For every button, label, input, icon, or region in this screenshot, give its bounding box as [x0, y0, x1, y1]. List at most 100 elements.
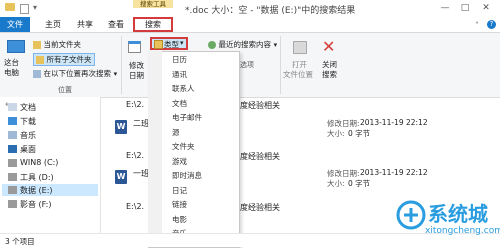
- drive-icon: [8, 173, 17, 181]
- result-size: 0 字节: [348, 129, 371, 138]
- dropdown-icon-strip: [148, 51, 162, 246]
- dropdown-item-folder[interactable]: 文件夹: [172, 141, 195, 152]
- result-path: E:\2.: [126, 100, 144, 109]
- chevron-down-icon: ▾: [273, 41, 278, 49]
- ribbon-separator: [121, 36, 122, 94]
- desktop-icon: [8, 145, 17, 153]
- result-date: 2013-11-19 22:12: [360, 118, 428, 127]
- result-path-left: E:\2.: [126, 151, 145, 160]
- result-path-left: E:\2.: [126, 100, 145, 109]
- current-folder-button[interactable]: 当前文件夹: [33, 39, 81, 50]
- result-path-right: 度经验相关: [240, 101, 280, 110]
- dropdown-item-email[interactable]: 电子邮件: [172, 112, 202, 123]
- quick-access-icon[interactable]: [20, 4, 29, 14]
- drive-icon: [8, 200, 17, 208]
- dropdown-item-instant-message[interactable]: 即时消息: [172, 170, 202, 181]
- location-group-label: 位置: [58, 86, 72, 94]
- dropdown-item-contact[interactable]: 联系人: [172, 83, 195, 94]
- options-group-label: 选项: [240, 61, 254, 69]
- result-title[interactable]: 一班: [133, 168, 149, 179]
- tab-home[interactable]: 主页: [40, 17, 66, 32]
- nav-item-desktop[interactable]: 桌面: [20, 144, 36, 155]
- watermark-brand: 系统城: [428, 202, 488, 226]
- this-pc-label: 这台电脑: [4, 58, 19, 77]
- nav-item-downloads[interactable]: 下载: [20, 116, 36, 127]
- tab-view[interactable]: 查看: [103, 17, 129, 32]
- dropdown-item-journal[interactable]: 日记: [172, 185, 187, 196]
- recent-search-icon: [208, 40, 216, 49]
- nav-item-drive-e[interactable]: 数据 (E:): [20, 185, 53, 196]
- tab-file[interactable]: 文件: [0, 17, 30, 32]
- type-button[interactable]: 类型 ▾: [150, 37, 188, 50]
- word-document-icon: W: [115, 120, 127, 134]
- close-search-button[interactable]: ✕ 关闭 搜索: [320, 37, 342, 82]
- open-folder-icon: [293, 41, 307, 54]
- type-icon: [154, 40, 163, 49]
- result-size: 0 字节: [348, 179, 371, 188]
- watermark-logo-icon: [396, 200, 426, 230]
- downloads-icon: [8, 117, 17, 125]
- tab-share[interactable]: 共享: [72, 17, 98, 32]
- ribbon-separator: [280, 36, 281, 94]
- maximize-button[interactable]: □: [458, 2, 472, 14]
- all-subfolders-button[interactable]: 所有子文件夹: [33, 53, 95, 66]
- folder-icon: [33, 40, 41, 49]
- result-size-label: 大小:: [327, 179, 345, 188]
- folder-icon: [5, 3, 15, 11]
- window-title: *.doc 大小：空 - "数据 (E:)"中的搜索结果: [185, 6, 356, 16]
- nav-item-music[interactable]: 音乐: [20, 130, 36, 141]
- dropdown-item-document[interactable]: 文档: [172, 98, 187, 109]
- search-again-label: 在以下位置再次搜索: [43, 69, 112, 78]
- nav-item-drive-c[interactable]: WIN8 (C:): [20, 158, 58, 167]
- close-icon: ✕: [322, 37, 336, 56]
- dropdown-item-game[interactable]: 游戏: [172, 156, 187, 167]
- date-modified-button[interactable]: 修改 日期: [125, 38, 145, 82]
- current-folder-label: 当前文件夹: [43, 40, 82, 49]
- tab-search[interactable]: 搜索: [133, 17, 173, 32]
- dropdown-item-calendar[interactable]: 日历: [172, 54, 187, 65]
- dropdown-item-communication[interactable]: 通讯: [172, 69, 187, 80]
- result-title[interactable]: 二班: [133, 118, 149, 129]
- search-again-button[interactable]: 在以下位置再次搜索 ▾: [33, 68, 117, 79]
- result-date: 2013-11-19 22:12: [360, 168, 428, 177]
- close-search-label-2: 搜索: [322, 70, 337, 79]
- quick-access-dropdown-icon[interactable]: ▾: [33, 3, 37, 12]
- word-document-icon: W: [115, 170, 127, 184]
- dropdown-item-link[interactable]: 链接: [172, 199, 187, 210]
- nav-item-drive-f[interactable]: 影音 (F:): [20, 199, 51, 210]
- recent-searches-button[interactable]: 最近的搜索内容 ▾: [208, 39, 277, 50]
- minimize-button[interactable]: —: [438, 2, 452, 14]
- item-count: 3 个项目: [5, 237, 35, 246]
- result-path-right: 度经验相关: [240, 152, 280, 161]
- documents-icon: [8, 103, 17, 111]
- date-modified-label-2: 日期: [129, 71, 144, 80]
- drive-icon: [8, 186, 17, 194]
- nav-item-drive-d[interactable]: 工具 (D:): [20, 172, 54, 183]
- result-size-label: 大小:: [327, 129, 345, 138]
- dropdown-item-feed[interactable]: 源: [172, 127, 180, 138]
- open-file-location-label-2: 文件位置: [283, 70, 313, 79]
- calendar-icon: [128, 41, 141, 53]
- result-path-left: E:\2.: [126, 202, 145, 211]
- search-folder-icon: [33, 69, 41, 78]
- close-button[interactable]: ✕: [479, 2, 493, 14]
- this-pc-button[interactable]: 这台电脑: [4, 38, 28, 82]
- all-subfolders-label: 所有子文件夹: [46, 55, 92, 64]
- watermark-url: xitongcheng.com: [425, 226, 500, 236]
- nav-item-documents[interactable]: 文档: [20, 102, 36, 113]
- ribbon-collapse-icon[interactable]: ˄: [475, 21, 479, 30]
- folder-icon: [36, 55, 44, 64]
- type-label: 类型: [164, 40, 179, 49]
- search-tools-context-label: 搜索工具: [133, 0, 173, 8]
- result-path-right: 度经验相关: [240, 203, 280, 212]
- recent-searches-label: 最近的搜索内容: [218, 40, 272, 49]
- music-icon: [8, 131, 17, 139]
- drive-icon: [8, 159, 17, 167]
- computer-icon: [7, 40, 25, 53]
- open-file-location-button[interactable]: 打开 文件位置: [283, 38, 315, 82]
- dropdown-item-movie[interactable]: 电影: [172, 214, 187, 225]
- chevron-down-icon: ▾: [180, 39, 184, 47]
- chevron-down-icon: ▾: [113, 70, 118, 78]
- help-icon[interactable]: ?: [487, 20, 496, 29]
- watermark: 系统城 xitongcheng.com: [392, 196, 500, 244]
